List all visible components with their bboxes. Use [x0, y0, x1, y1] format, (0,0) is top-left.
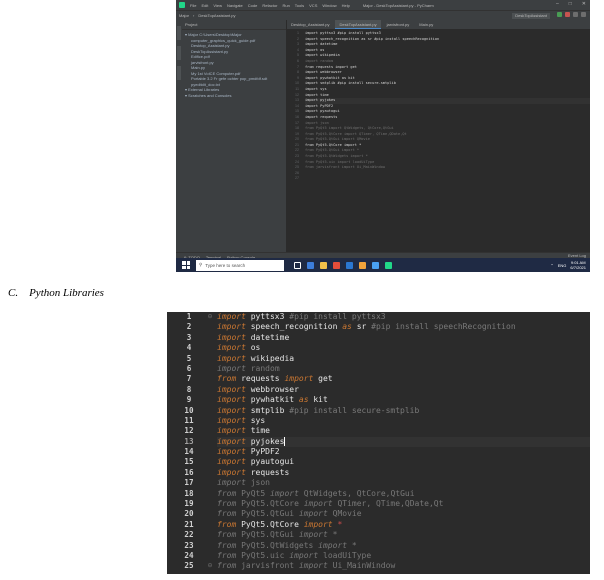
window-controls: – □ ✕: [556, 1, 586, 7]
menu-view[interactable]: View: [213, 3, 222, 8]
editor-code[interactable]: import pyttsx3 #pip install pyttsx3 impor…: [305, 31, 590, 182]
code-line: from requests import get: [217, 374, 333, 384]
project-tree-item[interactable]: ▾ Scratches and Consoles: [185, 93, 286, 99]
gutter-line-number: 27: [295, 176, 299, 181]
fold-open-icon[interactable]: ⊖: [205, 312, 215, 322]
fold-close-icon[interactable]: ⊖: [205, 561, 215, 571]
code-line: import time: [217, 426, 270, 436]
taskbar-search-placeholder: Type here to search: [205, 262, 246, 268]
project-panel: Project ▾ Major C:\Users\Desktop\Major co…: [182, 20, 287, 252]
project-tree: ▾ Major C:\Users\Desktop\Major computer_g…: [182, 30, 286, 98]
firefox-icon[interactable]: [359, 261, 366, 269]
menu-window[interactable]: Window: [322, 3, 336, 8]
code-line-current: import pyjokes: [217, 436, 590, 448]
code-line: import pyautogui: [217, 457, 295, 467]
window-title: Major - DeskTopAssistant.py - PyCharm: [362, 2, 434, 8]
code-editor[interactable]: 1 2 3 4 5 6 7 8 9 10 11 12 13 14 15 16 17 18 19 20 21 22 23 24 2…: [287, 29, 590, 235]
section-caption: C. Python Libraries: [8, 287, 104, 299]
code-line: from PyQt5.QtCore import *: [217, 519, 343, 529]
code-line: import random: [217, 363, 280, 373]
taskbar-apps: [294, 261, 392, 269]
code-line: import smtplib #pip install secure-smtpl…: [217, 405, 420, 415]
pycharm-taskbar-icon[interactable]: [385, 261, 392, 269]
zoomed-code-screenshot: 1 2 3 4 5 6 7 8 9 10 11 12 13 14 15 16 17 18 19 20 21 22 23 24 2…: [167, 312, 590, 574]
run-config-select[interactable]: DeskTopAssistant: [512, 13, 550, 19]
tab-jarvisfront[interactable]: jarvisfront.py: [383, 20, 414, 29]
code-line: from PyQt5.QtWidgets import *: [217, 540, 357, 550]
menu-refactor[interactable]: Refactor: [262, 3, 277, 8]
code-line: from PyQt5.QtGui import *: [217, 530, 338, 540]
code-line: from PyQt5.uic import loadUiType: [217, 550, 372, 560]
menu-vcs[interactable]: VCS: [309, 3, 317, 8]
editor-gutter: 1 2 3 4 5 6 7 8 9 10 11 12 13 14 15 16 17 18 19 20 21 22 23 24 2…: [287, 31, 301, 182]
code-lines[interactable]: import pyttsx3 #pip install pyttsx3 impo…: [217, 312, 590, 572]
fold-gutter: ⊖ ⊖: [205, 312, 215, 572]
structure-tool-tab[interactable]: [177, 46, 181, 60]
menu-bar: File Edit View Navigate Code Refactor Ru…: [176, 0, 590, 10]
tab-desktop-assistant[interactable]: Desktop_Assistant.py: [287, 20, 333, 29]
clock[interactable]: 9:01 AM 6/7/2021: [570, 260, 586, 270]
store-icon[interactable]: [346, 261, 353, 269]
pycharm-app-icon: [179, 2, 185, 8]
run-icon[interactable]: [557, 12, 562, 17]
code-line: import requests: [217, 467, 290, 477]
code-line: import pyttsx3 #pip install pyttsx3: [217, 312, 386, 321]
tab-desktopassistant-active[interactable]: DeskTopAssistant.py: [335, 20, 381, 29]
search-icon: ⚲: [199, 262, 203, 267]
code-line: import os: [217, 343, 261, 353]
breadcrumb-project[interactable]: Major: [179, 13, 189, 18]
tab-main[interactable]: Main.py: [415, 20, 437, 29]
mail-icon[interactable]: [372, 261, 379, 269]
favorites-tool-tab[interactable]: [177, 66, 181, 80]
maximize-icon[interactable]: □: [569, 1, 572, 7]
windows-start-icon[interactable]: [182, 261, 190, 269]
project-tool-tab[interactable]: [177, 26, 181, 40]
menu-edit[interactable]: Edit: [201, 3, 208, 8]
project-panel-header: Project: [182, 20, 286, 30]
minimize-icon[interactable]: –: [556, 1, 559, 7]
search-icon[interactable]: [581, 12, 586, 17]
close-icon[interactable]: ✕: [582, 1, 586, 7]
menu-file[interactable]: File: [190, 3, 196, 8]
code-line: import speech_recognition as sr #pip ins…: [217, 322, 516, 332]
file-explorer-icon[interactable]: [320, 261, 327, 269]
chevron-up-icon[interactable]: ⌃: [550, 263, 553, 268]
code-line: from PyQt5.QtCore import QTimer, QTime,Q…: [217, 499, 444, 509]
code-line: import PyPDF2: [217, 447, 280, 457]
pycharm-window-screenshot: File Edit View Navigate Code Refactor Ru…: [176, 0, 590, 272]
breadcrumb-file[interactable]: DeskTopAssistant.py: [198, 13, 235, 18]
windows-taskbar: ⚲ Type here to search ⌃ ENG 9:01 AM 6/7/…: [176, 258, 590, 272]
task-view-icon[interactable]: [294, 261, 301, 269]
run-toolbar: [557, 12, 586, 17]
taskbar-search[interactable]: ⚲ Type here to search: [196, 259, 284, 271]
code-line: import pywhatkit as kit: [217, 395, 328, 405]
menu-navigate[interactable]: Navigate: [227, 3, 243, 8]
lang-indicator[interactable]: ENG: [558, 263, 567, 268]
code-line: import wikipedia: [217, 353, 295, 363]
chrome-icon[interactable]: [333, 261, 340, 269]
code-line: from jarvisfront import Ui_MainWindow: [217, 561, 396, 571]
menu-run[interactable]: Run: [282, 3, 289, 8]
navigation-bar: Major › DeskTopAssistant.py DeskTopAssis…: [176, 10, 590, 20]
project-panel-title[interactable]: Project: [185, 22, 197, 27]
system-tray: ⌃ ENG 9:01 AM 6/7/2021: [550, 260, 586, 270]
code-line: import datetime: [217, 332, 290, 342]
text-caret: [284, 436, 286, 446]
editor-tabs: Desktop_Assistant.py DeskTopAssistant.py…: [287, 20, 590, 29]
menu-code[interactable]: Code: [248, 3, 258, 8]
stop-icon[interactable]: [573, 12, 578, 17]
debug-icon[interactable]: [565, 12, 570, 17]
code-line: from PyQt5.QtGui import QMovie: [217, 509, 362, 519]
clock-date: 6/7/2021: [570, 265, 586, 270]
code-line: from PyQt5 import QtWidgets, QtCore,QtGu…: [217, 488, 415, 498]
menu-help[interactable]: Help: [342, 3, 350, 8]
edge-icon[interactable]: [307, 261, 314, 269]
editor-code-line: [305, 176, 590, 182]
breadcrumb-separator: ›: [193, 13, 195, 18]
menu-tools[interactable]: Tools: [295, 3, 304, 8]
code-line: import webbrowser: [217, 384, 299, 394]
code-line: import sys: [217, 415, 266, 425]
code-line: import json: [217, 478, 270, 488]
